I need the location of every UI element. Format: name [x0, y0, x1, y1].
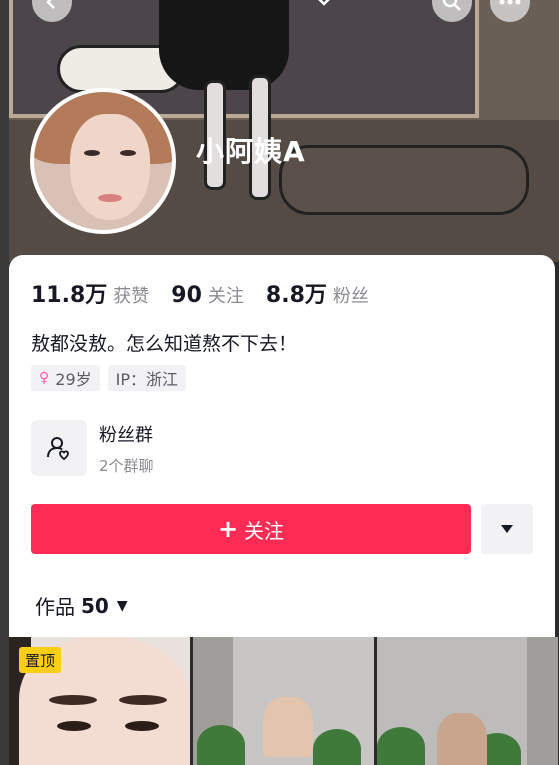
- group-text: 粉丝群 2个群聊: [99, 421, 154, 476]
- age-text: 29岁: [55, 370, 92, 389]
- stat-likes-count: 11.8万: [31, 283, 108, 308]
- thumb-eye: [57, 721, 91, 731]
- female-icon: ♀: [39, 370, 50, 386]
- works-label: 作品: [35, 595, 75, 619]
- stat-following-count: 90: [171, 283, 202, 308]
- cover-figure: [159, 0, 289, 90]
- group-icon: [47, 437, 69, 461]
- fan-group-entry[interactable]: 粉丝群 2个群聊: [31, 420, 154, 476]
- avatar-lip: [98, 194, 122, 202]
- stats-row: 11.8万 获赞 90 关注 8.8万 粉丝: [31, 277, 391, 309]
- thumb-brow: [49, 695, 97, 705]
- stat-followers-count: 8.8万: [265, 283, 327, 308]
- thumb-brow: [119, 695, 167, 705]
- age-tag: ♀ 29岁: [31, 365, 100, 391]
- chevron-down-icon[interactable]: [316, 0, 336, 8]
- bio-text: 敖都没敖。怎么知道熬不下去！: [31, 333, 298, 355]
- works-tab[interactable]: 作品 50 ▼: [35, 591, 128, 620]
- more-icon: [499, 0, 521, 5]
- thumb-person: [263, 697, 313, 757]
- works-count: 50: [81, 593, 109, 618]
- profile-tags: ♀ 29岁 IP：浙江: [31, 365, 187, 391]
- profile-screen: 小阿姨A 11.8万 获赞 90 关注 8.8万 粉丝 敖都没敖。怎么知道熬不下…: [0, 0, 559, 765]
- caret-down-icon: [501, 525, 513, 533]
- avatar[interactable]: [30, 88, 176, 234]
- thumb-person: [437, 713, 487, 765]
- pinned-badge: 置顶: [19, 647, 62, 673]
- left-edge: [0, 0, 9, 765]
- search-icon: [442, 0, 461, 11]
- avatar-eye: [84, 150, 100, 156]
- works-grid: 置顶: [9, 637, 559, 765]
- thumb-door: [527, 637, 558, 765]
- recommend-dropdown-button[interactable]: [481, 504, 533, 554]
- stat-following[interactable]: 90 关注: [171, 282, 244, 308]
- thumb-plant: [377, 727, 425, 765]
- cover-sofa: [279, 145, 529, 215]
- video-thumbnail[interactable]: [193, 637, 374, 765]
- stat-followers-label: 粉丝: [332, 286, 369, 307]
- avatar-face: [70, 114, 150, 220]
- ip-tag: IP：浙江: [107, 365, 187, 391]
- follow-label: 关注: [244, 518, 285, 543]
- video-thumbnail[interactable]: [377, 637, 558, 765]
- group-subtitle: 2个群聊: [99, 456, 154, 475]
- thumb-eye: [125, 721, 159, 731]
- group-icon-box: [31, 420, 87, 476]
- avatar-eye: [120, 150, 136, 156]
- stat-likes[interactable]: 11.8万 获赞: [31, 277, 149, 309]
- stat-following-label: 关注: [207, 286, 244, 307]
- chevron-left-icon: [46, 0, 55, 9]
- profile-card: 11.8万 获赞 90 关注 8.8万 粉丝 敖都没敖。怎么知道熬不下去！ ♀ …: [9, 255, 555, 637]
- thumb-plant: [313, 729, 361, 765]
- nickname: 小阿姨A: [196, 135, 306, 168]
- ip-text: IP：浙江: [115, 370, 179, 389]
- follow-button[interactable]: + 关注: [31, 504, 471, 554]
- plus-icon: +: [217, 515, 239, 543]
- group-title: 粉丝群: [99, 424, 153, 446]
- thumb-plant: [197, 725, 245, 765]
- stat-followers[interactable]: 8.8万 粉丝: [266, 277, 369, 309]
- stat-likes-label: 获赞: [113, 286, 150, 307]
- caret-down-icon: ▼: [116, 597, 128, 614]
- video-thumbnail[interactable]: 置顶: [9, 637, 190, 765]
